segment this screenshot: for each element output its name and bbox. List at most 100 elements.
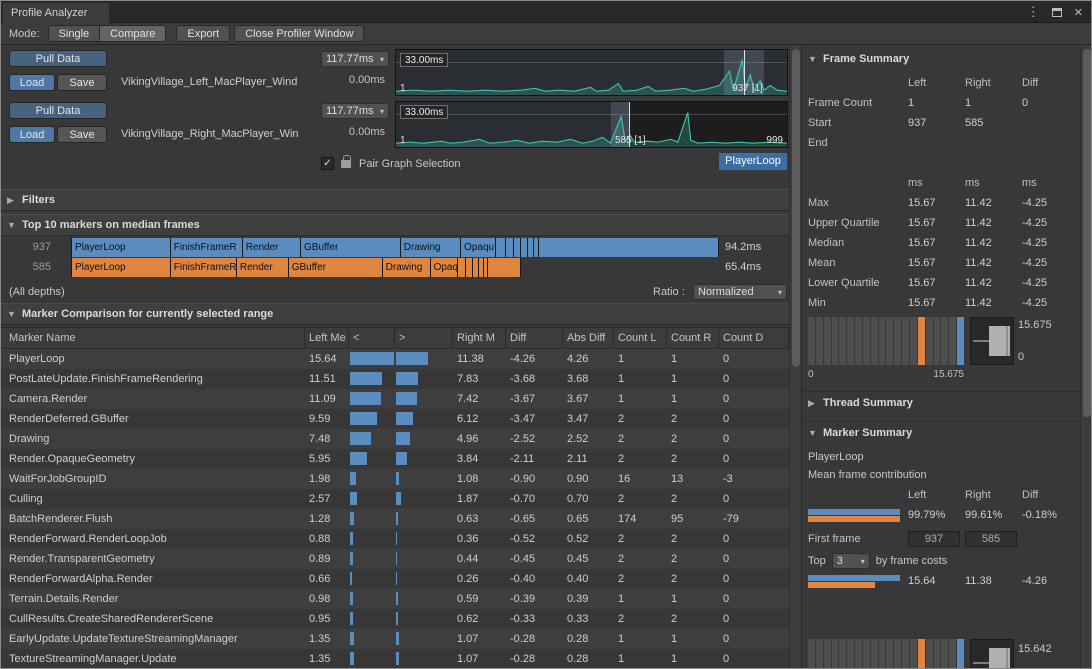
left-median-value: 0.89	[305, 549, 349, 569]
column-header-count-diff[interactable]: Count D	[719, 328, 789, 348]
top-cost-row[interactable]: 15.64 11.38 -4.26	[808, 571, 1076, 591]
left-median-value: 1.35	[305, 629, 349, 649]
column-header-left-median[interactable]: Left Me	[305, 328, 349, 348]
table-row[interactable]: Camera.Render11.097.42-3.673.67110	[1, 389, 789, 409]
top-n-dropdown[interactable]: 3	[832, 553, 870, 569]
marker-name: TextureStreamingManager.Update	[1, 649, 305, 669]
histogram-bar	[847, 317, 854, 365]
marker-segment[interactable]: GBuffer	[301, 238, 401, 257]
marker-segment[interactable]: Opaqu	[431, 258, 459, 277]
pair-selection-checkbox[interactable]: ✓	[321, 157, 334, 170]
marker-segment[interactable]: Render	[243, 238, 301, 257]
diff-value: -0.40	[506, 569, 563, 589]
left-scrollbar-thumb[interactable]	[792, 49, 800, 367]
table-row[interactable]: PostLateUpdate.FinishFrameRendering11.51…	[1, 369, 789, 389]
marker-segment[interactable]	[506, 238, 514, 257]
column-header-count-right[interactable]: Count R	[667, 328, 719, 348]
first-frame-right-button[interactable]: 585	[965, 531, 1017, 547]
frame-time-line	[396, 102, 787, 147]
table-row[interactable]: Render.TransparentGeometry0.890.44-0.450…	[1, 549, 789, 569]
column-header-abs-diff[interactable]: Abs Diff	[563, 328, 614, 348]
table-row[interactable]: Terrain.Details.Render0.980.59-0.390.391…	[1, 589, 789, 609]
count-diff-value: 0	[719, 609, 789, 629]
table-row[interactable]: CullResults.CreateSharedRendererScene0.9…	[1, 609, 789, 629]
marker-segment[interactable]	[488, 258, 520, 277]
column-header-count-left[interactable]: Count L	[614, 328, 667, 348]
cell-value: -4.25	[1022, 257, 1076, 269]
tab-profile-analyzer[interactable]: Profile Analyzer	[3, 3, 109, 23]
table-row[interactable]: TextureStreamingManager.Update1.351.07-0…	[1, 649, 789, 669]
comparison-section-header[interactable]: ▼ Marker Comparison for currently select…	[1, 303, 789, 325]
marker-summary-header[interactable]: ▼ Marker Summary	[808, 427, 912, 439]
marker-segment[interactable]	[539, 238, 719, 257]
right-bar-cell	[395, 429, 453, 449]
marker-segment[interactable]: FinishFrameR	[171, 238, 243, 257]
table-row[interactable]: PlayerLoop15.6411.38-4.264.26110	[1, 349, 789, 369]
count-right-value: 2	[667, 409, 719, 429]
mode-compare-button[interactable]: Compare	[99, 25, 166, 42]
frame-total-ms: 65.4ms	[719, 258, 761, 277]
frame-summary-header[interactable]: ▼ Frame Summary	[808, 53, 909, 65]
marker-segment[interactable]: Drawing	[401, 238, 461, 257]
marker-segment[interactable]: Opaqu	[461, 238, 496, 257]
table-row[interactable]: Culling2.571.87-0.700.70220	[1, 489, 789, 509]
table-row[interactable]: RenderForwardAlpha.Render0.660.26-0.400.…	[1, 569, 789, 589]
thread-summary-header[interactable]: ▶ Thread Summary	[808, 397, 913, 409]
right-scrollbar-thumb[interactable]	[1083, 49, 1091, 417]
mode-label: Mode:	[9, 28, 40, 40]
table-row[interactable]: Drawing7.484.96-2.522.52220	[1, 429, 789, 449]
histogram-bar	[855, 317, 862, 365]
table-row[interactable]: RenderDeferred.GBuffer9.596.12-3.473.472…	[1, 409, 789, 429]
table-row[interactable]: WaitForJobGroupID1.981.08-0.900.901613-3	[1, 469, 789, 489]
range-max-dropdown-left[interactable]: 117.77ms	[321, 51, 389, 67]
pull-data-button-right[interactable]: Pull Data	[9, 102, 107, 119]
marker-segment[interactable]: Render	[237, 258, 289, 277]
marker-summary-boxplot	[970, 639, 1014, 669]
right-bar-cell	[395, 569, 453, 589]
left-scrollbar[interactable]	[789, 45, 801, 668]
marker-segment[interactable]: Drawing	[383, 258, 431, 277]
marker-segment[interactable]: FinishFrameR	[171, 258, 237, 277]
table-row[interactable]: Render.OpaqueGeometry5.953.84-2.112.1122…	[1, 449, 789, 469]
marker-segment[interactable]: GBuffer	[289, 258, 383, 277]
top10-section-header[interactable]: ▼ Top 10 markers on median frames	[1, 214, 789, 236]
close-icon[interactable]: ✕	[1074, 6, 1083, 19]
ratio-dropdown[interactable]: Normalized	[693, 284, 787, 300]
range-max-dropdown-right[interactable]: 117.77ms	[321, 103, 389, 119]
column-header-right-median[interactable]: Right M	[453, 328, 506, 348]
export-button[interactable]: Export	[176, 25, 230, 42]
marker-segment[interactable]: PlayerLoop	[71, 238, 171, 257]
histogram-bar	[816, 639, 823, 669]
column-header-left-bar[interactable]: <	[349, 328, 395, 348]
column-header-right-bar[interactable]: >	[395, 328, 453, 348]
column-header-marker-name[interactable]: Marker Name	[1, 328, 305, 348]
marker-segment[interactable]	[496, 238, 506, 257]
frame-time-graph-left[interactable]: 33.00ms 1 937 [1]	[395, 49, 788, 96]
abs-diff-value: 0.90	[563, 469, 614, 489]
frame-time-graph-right[interactable]: 33.00ms 1 585 [1] 999	[395, 101, 788, 148]
marker-segment[interactable]: PlayerLoop	[71, 258, 171, 277]
window-menu-icon[interactable]: ⋮	[1027, 4, 1040, 20]
window-layout-icon[interactable]	[1052, 8, 1062, 17]
right-scrollbar[interactable]	[1080, 45, 1091, 668]
table-row[interactable]: RenderForward.RenderLoopJob0.880.36-0.52…	[1, 529, 789, 549]
save-button-right[interactable]: Save	[57, 126, 107, 143]
marker-segment[interactable]	[514, 238, 521, 257]
load-button-right[interactable]: Load	[9, 126, 55, 143]
load-button-left[interactable]: Load	[9, 74, 55, 91]
marker-segment[interactable]	[458, 258, 466, 277]
abs-diff-value: 2.52	[563, 429, 614, 449]
filters-section-header[interactable]: ▶ Filters	[1, 189, 789, 211]
first-frame-left-button[interactable]: 937	[908, 531, 960, 547]
table-row[interactable]: BatchRenderer.Flush1.280.63-0.650.651749…	[1, 509, 789, 529]
column-header-diff[interactable]: Diff	[506, 328, 563, 348]
pull-data-button-left[interactable]: Pull Data	[9, 50, 107, 67]
lock-icon[interactable]	[341, 160, 351, 168]
mode-single-button[interactable]: Single	[48, 25, 100, 42]
close-profiler-window-button[interactable]: Close Profiler Window	[234, 25, 364, 42]
abs-diff-value: 0.70	[563, 489, 614, 509]
save-button-left[interactable]: Save	[57, 74, 107, 91]
left-median-value: 15.64	[305, 349, 349, 369]
table-row[interactable]: EarlyUpdate.UpdateTextureStreamingManage…	[1, 629, 789, 649]
marker-name: Camera.Render	[1, 389, 305, 409]
